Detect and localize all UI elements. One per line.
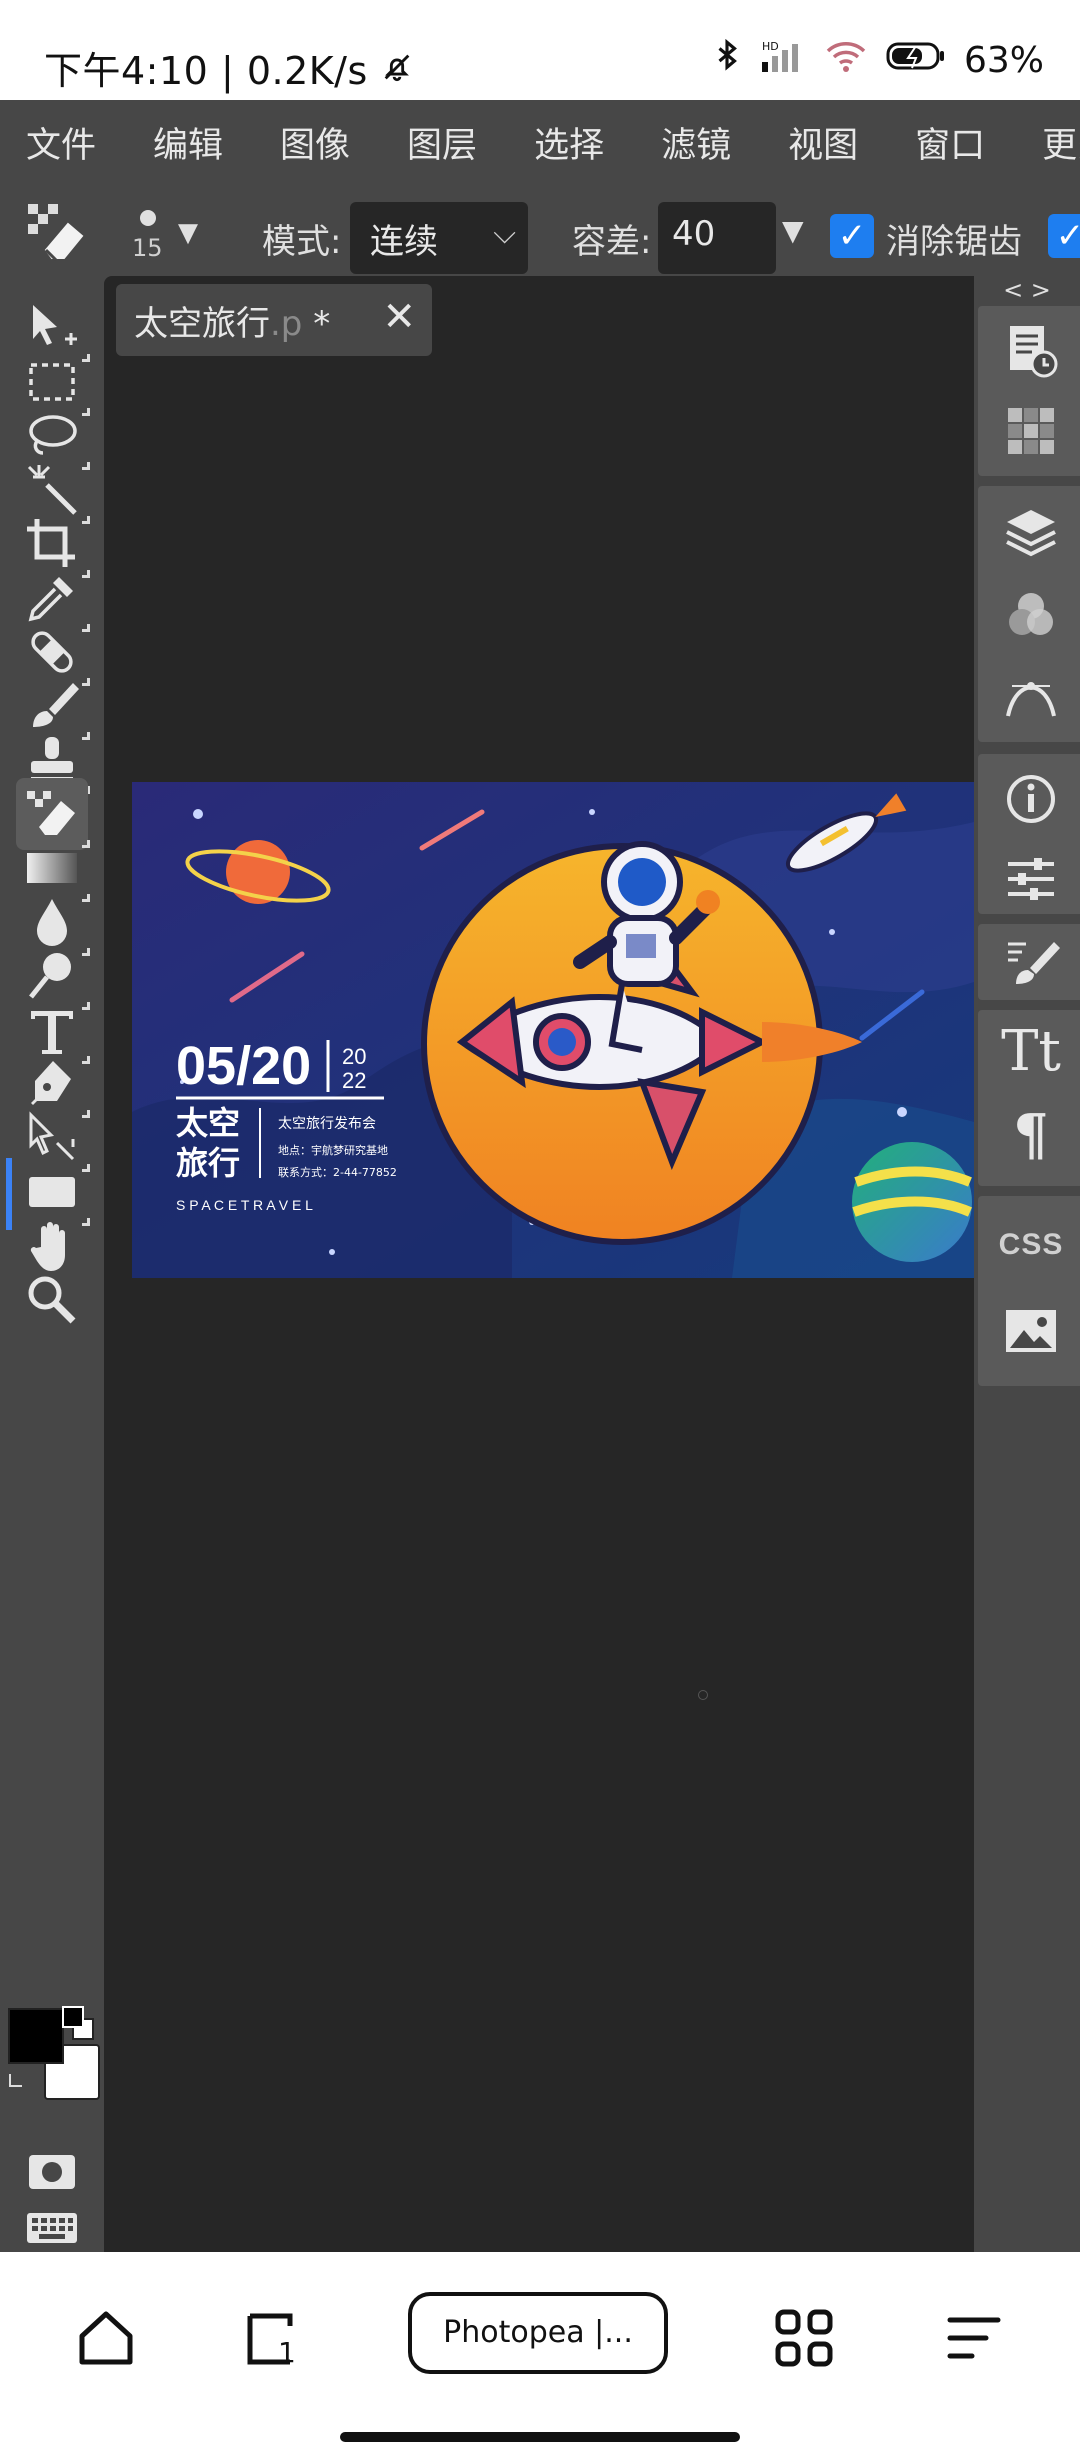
status-right: HD 63%: [712, 38, 1044, 83]
tabs-icon[interactable]: 1: [242, 2306, 306, 2370]
menu-image[interactable]: 图像: [254, 117, 350, 168]
adjustments-icon[interactable]: [1002, 850, 1060, 908]
close-tab-icon[interactable]: ✕: [382, 294, 416, 340]
magic-eraser-tool-icon[interactable]: [24, 200, 94, 270]
menu-more[interactable]: 更多: [1016, 117, 1080, 168]
zoom-tool[interactable]: [16, 1264, 88, 1336]
art-tagline: S P A C E T R A V E L: [176, 1197, 313, 1213]
image-icon[interactable]: [1002, 1302, 1060, 1360]
mode-label: 模式:: [262, 222, 342, 262]
foreground-color-swatch[interactable]: [8, 2008, 64, 2064]
brush-dropdown-arrow[interactable]: ▼: [178, 218, 198, 248]
panel-group-history: [978, 306, 1080, 476]
status-bar: 下午4:10 | 0.2K/s HD 63%: [0, 0, 1080, 100]
status-time: 下午4:10: [44, 49, 209, 93]
bell-muted-icon: [380, 49, 414, 93]
color-swatches[interactable]: [6, 2006, 100, 2100]
antialias-label: 消除锯齿: [886, 222, 1022, 262]
menu-file[interactable]: 文件: [0, 117, 96, 168]
left-toolbar: [0, 288, 104, 2252]
chevron-down-icon: ⌵: [493, 216, 516, 251]
menu-bar: 文件 编辑 图像 图层 选择 滤镜 视图 窗口 更多: [0, 100, 1080, 184]
battery-icon: [886, 40, 946, 81]
battery-percent: 63%: [963, 40, 1044, 81]
layers-icon[interactable]: [1002, 502, 1060, 560]
menu-layer[interactable]: 图层: [381, 117, 477, 168]
space-travel-artwork: 05/20 20 22 太空 旅行 太空旅行发布会 地点：宇航梦研究基地 联系方…: [132, 782, 974, 1278]
panel-group-misc: CSS: [978, 1196, 1080, 1386]
document-tab[interactable]: 太空旅行.p * ✕: [116, 284, 432, 356]
mode-select[interactable]: 连续 ⌵: [350, 202, 528, 274]
document-name: 太空旅行: [134, 304, 270, 344]
panel-collapse-toggle[interactable]: < >: [974, 276, 1080, 306]
svg-text:HD: HD: [762, 40, 779, 53]
tolerance-label: 容差:: [572, 222, 652, 262]
paths-icon[interactable]: [1002, 668, 1060, 726]
current-tab-pill[interactable]: Photopea |...: [408, 2292, 668, 2374]
menu-window[interactable]: 窗口: [889, 117, 985, 168]
network-speed: 0.2K/s: [246, 49, 368, 93]
art-year-top: 20: [342, 1044, 366, 1069]
panel-group-type: Tt ¶: [978, 1010, 1080, 1186]
panel-group-properties: [978, 754, 1080, 914]
canvas-workspace[interactable]: 太空旅行.p * ✕ 05/20 20 22 太空 旅行 太空旅行发布会 地点：…: [104, 276, 974, 2252]
art-title-line1: 太空: [176, 1104, 240, 1142]
mode-value: 连续: [370, 222, 438, 262]
document-canvas[interactable]: 05/20 20 22 太空 旅行 太空旅行发布会 地点：宇航梦研究基地 联系方…: [132, 782, 974, 1278]
menu-lines-icon[interactable]: [942, 2306, 1006, 2370]
art-location: 地点：宇航梦研究基地: [278, 1143, 388, 1157]
home-icon[interactable]: [74, 2306, 138, 2370]
svg-text:1: 1: [278, 2336, 296, 2369]
tolerance-dropdown-arrow[interactable]: ▼: [782, 214, 804, 247]
photopea-app: 文件 编辑 图像 图层 选择 滤镜 视图 窗口 更多 15 ▼ 模式: 连续 ⌵…: [0, 100, 1080, 2252]
css-icon[interactable]: CSS: [999, 1216, 1063, 1274]
history-icon[interactable]: [1002, 322, 1060, 380]
art-event: 太空旅行发布会: [278, 1116, 376, 1132]
cursor-marker: [698, 1690, 708, 1700]
home-indicator[interactable]: [340, 2432, 740, 2442]
keyboard-icon: [27, 2213, 77, 2243]
tolerance-input[interactable]: 40: [658, 202, 776, 274]
active-tool-indicator: [6, 1158, 12, 1230]
menu-select[interactable]: 选择: [508, 117, 604, 168]
panel-group-brush: [978, 924, 1080, 1000]
brush-preview[interactable]: [140, 210, 156, 226]
wifi-icon: [824, 39, 868, 82]
swap-colors-icon[interactable]: [6, 2070, 30, 2094]
info-icon[interactable]: [1002, 770, 1060, 828]
menu-view[interactable]: 视图: [762, 117, 858, 168]
antialias-checkbox[interactable]: ✓: [830, 214, 874, 258]
paragraph-icon[interactable]: ¶: [1002, 1102, 1060, 1168]
status-left: 下午4:10 | 0.2K/s: [44, 40, 414, 95]
character-icon[interactable]: Tt: [1001, 1019, 1061, 1084]
channels-icon[interactable]: [1002, 586, 1060, 644]
menu-filter[interactable]: 滤镜: [635, 117, 731, 168]
art-contact: 联系方式：2-44-77852: [278, 1165, 397, 1179]
menu-edit[interactable]: 编辑: [127, 117, 223, 168]
brush-settings-icon[interactable]: [1002, 934, 1060, 992]
art-title-line2: 旅行: [176, 1144, 240, 1182]
art-year-bottom: 22: [342, 1068, 366, 1093]
bluetooth-icon: [712, 38, 742, 83]
right-panel-dock: Tt ¶ CSS: [974, 276, 1080, 2252]
art-date: 05/20: [176, 1036, 311, 1096]
signal-icon: HD: [760, 38, 806, 83]
extra-checkbox[interactable]: ✓: [1048, 214, 1080, 258]
magnifier-icon: [28, 1276, 76, 1324]
apps-grid-icon[interactable]: [772, 2306, 836, 2370]
tool-options-bar: 15 ▼ 模式: 连续 ⌵ 容差: 40 ▼ ✓ 消除锯齿 ✓: [0, 184, 1080, 288]
swatches-grid-icon[interactable]: [1002, 402, 1060, 460]
default-colors-fg-icon[interactable]: [62, 2006, 84, 2028]
panel-group-layers: [978, 486, 1080, 742]
brush-size: 15: [132, 234, 163, 262]
browser-bottom-nav: 1 Photopea |...: [0, 2252, 1080, 2460]
